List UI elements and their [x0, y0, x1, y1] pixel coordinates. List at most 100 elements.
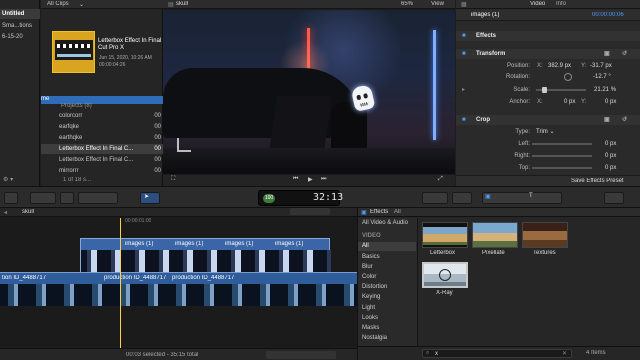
effect-letterbox[interactable]	[422, 222, 468, 248]
crop-type-select[interactable]: Trim ⌄	[536, 127, 554, 137]
inspector-timecode: 00:00:00:06	[592, 12, 624, 18]
view-menu[interactable]: View	[431, 1, 444, 7]
category-looks[interactable]: Looks	[358, 314, 416, 323]
effects-search-input[interactable]: ⌕ x ✕	[422, 349, 572, 358]
effects-title: Effects	[370, 209, 389, 215]
effects-icon: ▣	[361, 210, 367, 216]
anchor-y-value[interactable]: 0 px	[605, 97, 616, 107]
primary-storyline[interactable]: tion ID_4488717 production ID_4488717 pr…	[0, 272, 357, 306]
rotation-value[interactable]: -12.7 °	[593, 72, 611, 82]
connected-clips-track[interactable]: images (1) images (1) images (1) images …	[80, 238, 331, 272]
crop-section-header[interactable]: ■ Crop ▣ ↺	[456, 115, 640, 125]
key-icon[interactable]	[60, 192, 74, 204]
play-icon[interactable]: ▶	[308, 176, 313, 183]
rotation-dial[interactable]	[564, 73, 572, 81]
anchor-x-value[interactable]: 0 px	[564, 97, 575, 107]
reset-icon[interactable]: ↺	[622, 115, 627, 125]
category-masks[interactable]: Masks	[358, 324, 416, 333]
zoom-slider[interactable]	[290, 208, 330, 215]
crop-icon[interactable]: ⛶	[171, 176, 175, 183]
clip-appearance-button[interactable]	[30, 192, 56, 204]
checkbox-icon[interactable]: ■	[462, 49, 466, 59]
list-item[interactable]: Letterbox Effect In Final C... 00	[41, 144, 163, 154]
clip-label: images (1)	[175, 241, 204, 247]
category-basics[interactable]: Basics	[358, 253, 416, 262]
list-item[interactable]: Letterbox Effect In Final C... 00	[41, 155, 163, 165]
titles-icon: T	[529, 193, 533, 199]
inspector-toggle-button[interactable]	[604, 192, 624, 204]
category-distortion[interactable]: Distortion	[358, 283, 416, 292]
tab-info[interactable]: Info	[556, 1, 566, 7]
library-item-untitled[interactable]: Untitled	[0, 9, 40, 19]
reset-icon[interactable]: ↺	[622, 49, 627, 59]
list-item[interactable]: earthqke 00	[41, 133, 163, 143]
category-all[interactable]: All	[358, 242, 416, 251]
timeline-status-bar: 00:03 selected - 35:15 total	[0, 348, 357, 360]
crop-right-slider[interactable]	[532, 155, 592, 157]
crop-left-row: Left: 0 px	[518, 139, 617, 149]
crop-top-slider[interactable]	[532, 167, 592, 169]
library-item-event[interactable]: 6-15-20	[0, 32, 40, 42]
select-tool-button[interactable]: ➤	[140, 192, 160, 204]
category-light[interactable]: Light	[358, 304, 416, 313]
viewer-topbar: ▤ skull 65% View	[163, 0, 455, 9]
category-keying[interactable]: Keying	[358, 293, 416, 302]
next-frame-icon[interactable]: ⏭	[321, 176, 326, 183]
position-y-value[interactable]: -31.7 px	[590, 61, 612, 71]
save-effects-preset-button[interactable]: Save Effects Preset	[571, 178, 624, 184]
category-color[interactable]: Color	[358, 273, 416, 282]
position-x-value[interactable]: 382.9 px	[548, 61, 571, 71]
transform-section-header[interactable]: ■ Transform ▣ ↺	[456, 49, 640, 59]
video-inspector-icon[interactable]: ▦	[461, 1, 467, 8]
list-item[interactable]: earfqke 00	[41, 122, 163, 132]
effects-categories: All Video & Audio VIDEO All Basics Blur …	[358, 218, 418, 346]
speed-button[interactable]	[452, 192, 472, 204]
gear-icon[interactable]: ⚙	[3, 177, 8, 183]
previous-frame-icon[interactable]: ⏮	[293, 176, 298, 183]
inspector-clip-name: images (1)	[471, 12, 500, 18]
chevron-right-icon[interactable]: ▸	[462, 85, 465, 95]
scale-row: ▸ Scale: 21.21 %	[462, 85, 617, 95]
viewer-transport: ⛶ ⏮ ▶ ⏭ ⤢	[163, 175, 455, 186]
checkbox-icon[interactable]: ■	[462, 115, 466, 125]
viewer-title: skull	[176, 1, 189, 7]
tab-video[interactable]: Video	[530, 1, 545, 7]
playhead[interactable]	[120, 218, 121, 348]
category-all-video-audio[interactable]: All Video & Audio	[358, 219, 416, 228]
timeline-zoom-control[interactable]	[266, 351, 336, 359]
position-row: Position: X: 382.9 px Y: -31.7 px	[506, 61, 612, 71]
scale-slider-thumb[interactable]	[542, 87, 547, 93]
clear-icon[interactable]: ✕	[562, 350, 567, 357]
storyline-clip-label: tion ID_4488717	[2, 275, 47, 281]
browser-buttons[interactable]: ▣ T	[482, 192, 562, 204]
list-item[interactable]: colorcorr 00	[41, 111, 163, 121]
chevron-down-icon[interactable]: ▾	[10, 177, 13, 183]
clip-label: images (1)	[225, 241, 254, 247]
list-item[interactable]: mirrorrr 00	[41, 166, 163, 176]
zoom-menu[interactable]: 65%	[401, 1, 413, 7]
crop-left-value[interactable]: 0 px	[605, 139, 616, 149]
edit-buttons[interactable]	[78, 192, 118, 204]
timeline-index-button[interactable]	[4, 192, 18, 204]
effect-pixellate[interactable]	[472, 222, 518, 248]
effect-textures[interactable]	[522, 222, 568, 248]
transform-onscreen-icon[interactable]: ▣	[604, 49, 610, 59]
crop-left-slider[interactable]	[532, 143, 592, 145]
timecode-display[interactable]: 100 32:13	[258, 190, 343, 206]
library-item-smart-collections[interactable]: Sma...tions	[0, 21, 40, 31]
effects-section-header[interactable]: ■ Effects	[456, 31, 640, 41]
scale-value[interactable]: 21.21 %	[594, 85, 616, 95]
category-blur[interactable]: Blur	[358, 263, 416, 272]
video-frame[interactable]	[163, 10, 455, 174]
effect-xray[interactable]	[422, 262, 468, 288]
crop-right-value[interactable]: 0 px	[605, 151, 616, 161]
enhance-button[interactable]	[422, 192, 448, 204]
category-nostalgia[interactable]: Nostalgia	[358, 334, 416, 343]
back-icon[interactable]: ◂	[4, 209, 7, 216]
timeline-project-name: skull	[22, 209, 35, 215]
crop-onscreen-icon[interactable]: ▣	[604, 115, 610, 125]
storyline-filmstrip	[0, 284, 357, 306]
fullscreen-icon[interactable]: ⤢	[438, 176, 443, 183]
effects-filter[interactable]: All	[394, 209, 401, 215]
crop-top-value[interactable]: 0 px	[605, 163, 616, 173]
